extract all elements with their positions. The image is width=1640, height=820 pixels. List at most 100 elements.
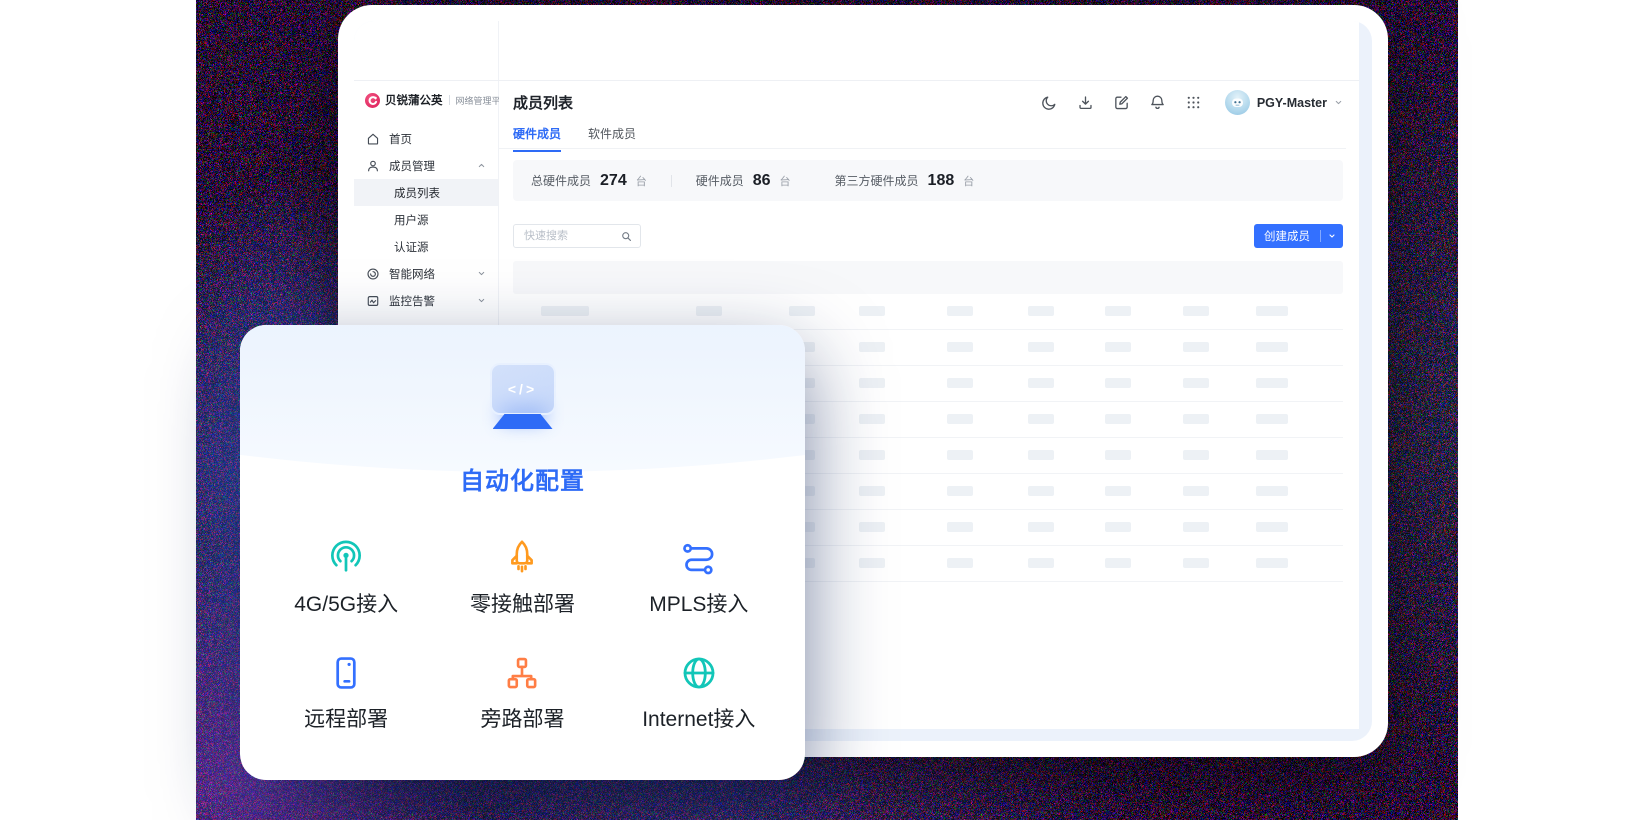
skeleton-cell (1028, 414, 1054, 424)
user-name: PGY-Master (1257, 96, 1327, 110)
stat-hardware: 硬件成员 86 台 (696, 172, 791, 190)
sidebar-item-label: 成员管理 (389, 158, 435, 174)
skeleton-cell (947, 306, 973, 316)
network-icon (366, 267, 380, 281)
skeleton-cell (1256, 558, 1288, 568)
chevron-down-icon (1334, 98, 1343, 107)
monitor-alert-icon (366, 294, 380, 308)
user-menu[interactable]: PGY-Master (1225, 90, 1343, 115)
skeleton-cell (1105, 522, 1131, 532)
skeleton-cell (1105, 306, 1131, 316)
notifications-icon[interactable] (1149, 94, 1166, 111)
brand-logo-icon (365, 93, 380, 108)
skeleton-cell (859, 414, 885, 424)
sidebar-item-label: 认证源 (394, 239, 429, 255)
sidebar-item-monitor-alert[interactable]: 监控告警 (354, 287, 498, 314)
sidebar-item-auth-source[interactable]: 认证源 (354, 233, 498, 260)
skeleton-cell (1256, 486, 1288, 496)
sidebar-item-label: 成员列表 (394, 185, 440, 201)
skeleton-cell (859, 522, 885, 532)
sidebar-item-member-list[interactable]: 成员列表 (354, 179, 498, 206)
tabs-divider (499, 148, 1359, 149)
table-header-skeleton (513, 261, 1343, 294)
skeleton-cell (947, 558, 973, 568)
skeleton-cell (1256, 342, 1288, 352)
code-glyph: </> (508, 381, 537, 397)
skeleton-cell (1183, 522, 1209, 532)
skeleton-cell (1105, 450, 1131, 460)
skeleton-cell (1183, 378, 1209, 388)
sidebar-item-home[interactable]: 首页 (354, 125, 498, 152)
sidebar-nav: 首页 成员管理 成员列表 用户源 (354, 125, 498, 314)
sitemap-icon (501, 652, 543, 694)
dark-mode-icon[interactable] (1041, 94, 1058, 111)
download-icon[interactable] (1077, 94, 1094, 111)
skeleton-cell (1256, 450, 1288, 460)
skeleton-cell (859, 450, 885, 460)
feature-label: Internet接入 (642, 703, 755, 733)
feature-remote-deploy: 远程部署 (258, 652, 434, 733)
create-member-button[interactable]: 创建成员 (1254, 224, 1343, 248)
skeleton-cell (1183, 558, 1209, 568)
search-icon[interactable] (621, 231, 632, 242)
skeleton-cell (1028, 486, 1054, 496)
skeleton-cell (789, 306, 815, 316)
skeleton-cell (1028, 306, 1054, 316)
skeleton-cell (1256, 306, 1288, 316)
chevron-down-icon (477, 296, 486, 305)
skeleton-cell (1028, 378, 1054, 388)
promo-card: </> 自动化配置 4G/5G接入 (240, 325, 805, 780)
feature-label: 远程部署 (304, 703, 388, 733)
chevron-up-icon (477, 161, 486, 170)
sidebar-item-user-source[interactable]: 用户源 (354, 206, 498, 233)
create-member-dropdown[interactable] (1321, 224, 1343, 248)
stat-unit: 台 (636, 173, 647, 189)
skeleton-cell (947, 486, 973, 496)
stat-unit: 台 (963, 173, 974, 189)
skeleton-cell (859, 306, 885, 316)
mobile-icon (325, 652, 367, 694)
brand-name: 贝锐蒲公英 (385, 92, 443, 108)
skeleton-cell (947, 522, 973, 532)
brand-logo: 贝锐蒲公英 网络管理平台 (365, 92, 510, 108)
stat-value: 274 (600, 172, 627, 190)
stat-value: 86 (753, 172, 771, 190)
skeleton-cell (1105, 342, 1131, 352)
feature-bypass-deploy: 旁路部署 (434, 652, 610, 733)
apps-grid-icon[interactable] (1185, 94, 1202, 111)
sidebar-item-member-management[interactable]: 成员管理 (354, 152, 498, 179)
skeleton-cell (1256, 522, 1288, 532)
feature-zero-touch-deploy: 零接触部署 (434, 537, 610, 618)
sidebar-item-label: 用户源 (394, 212, 429, 228)
skeleton-cell (1105, 486, 1131, 496)
skeleton-cell (1028, 558, 1054, 568)
feature-mpls-access: MPLS接入 (611, 537, 787, 618)
skeleton-cell (696, 306, 722, 316)
user-icon (366, 159, 380, 173)
sidebar-item-label: 监控告警 (389, 293, 435, 309)
header-actions: PGY-Master (1041, 90, 1343, 115)
sidebar-item-smart-network[interactable]: 智能网络 (354, 260, 498, 287)
monitor-screen: </> (490, 363, 556, 415)
stat-label: 硬件成员 (696, 172, 744, 189)
sidebar-item-label: 首页 (389, 131, 412, 147)
feature-label: 零接触部署 (470, 588, 575, 618)
skeleton-cell (1183, 306, 1209, 316)
feature-4g5g-access: 4G/5G接入 (258, 537, 434, 618)
skeleton-cell (1256, 378, 1288, 388)
app-top-divider (354, 80, 1359, 81)
skeleton-cell (1183, 414, 1209, 424)
edit-icon[interactable] (1113, 94, 1130, 111)
search-input[interactable] (522, 229, 617, 243)
skeleton-cell (947, 342, 973, 352)
skeleton-cell (1183, 486, 1209, 496)
rocket-icon (501, 537, 543, 579)
skeleton-cell (859, 378, 885, 388)
skeleton-cell (947, 378, 973, 388)
feature-internet-access: Internet接入 (611, 652, 787, 733)
sidebar-item-label: 智能网络 (389, 266, 435, 282)
stat-total-hardware: 总硬件成员 274 台 (531, 172, 647, 190)
page-title: 成员列表 (513, 92, 573, 113)
home-icon (366, 132, 380, 146)
stat-label: 总硬件成员 (531, 172, 591, 189)
